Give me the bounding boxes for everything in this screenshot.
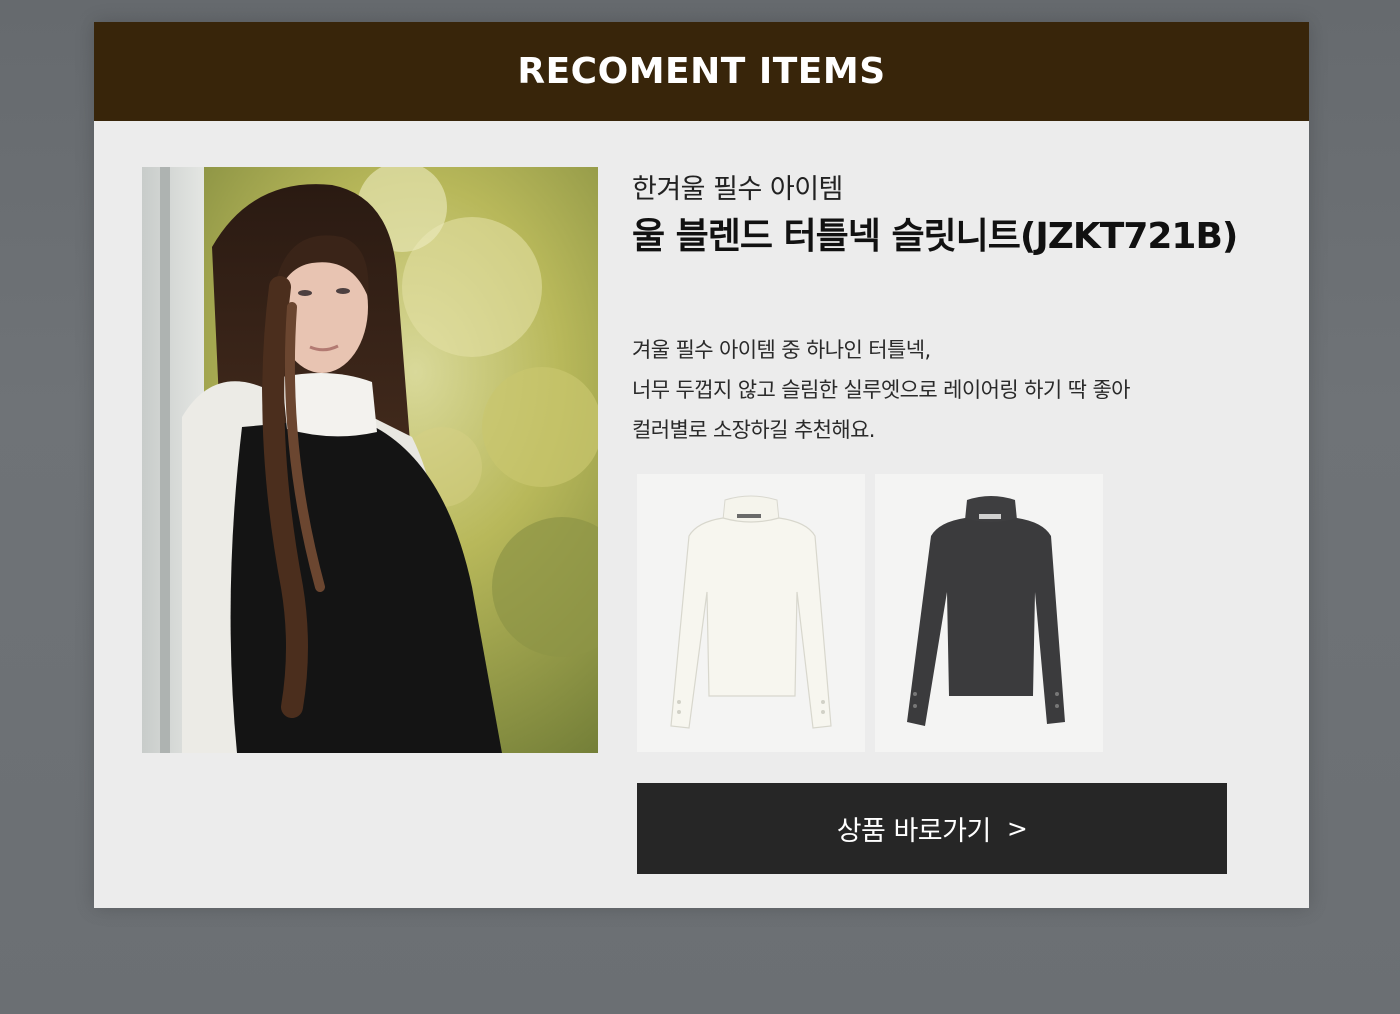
- description-line: 겨울 필수 아이템 중 하나인 터틀넥,: [632, 338, 931, 362]
- product-description: 겨울 필수 아이템 중 하나인 터틀넥, 너무 두껍지 않고 슬림한 실루엣으로…: [632, 330, 1272, 450]
- go-to-product-button[interactable]: 상품 바로가기 >: [637, 783, 1227, 874]
- go-to-product-label: 상품 바로가기: [836, 816, 992, 847]
- thumbnail-white-turtleneck[interactable]: [637, 474, 865, 752]
- model-photo: [142, 167, 598, 753]
- section-title: RECOMENT ITEMS: [517, 51, 886, 92]
- thumbnail-charcoal-turtleneck[interactable]: [875, 474, 1103, 752]
- product-name: 울 블렌드 터틀넥 슬릿니트(JZKT721B): [632, 216, 1238, 257]
- product-subtitle: 한겨울 필수 아이템: [632, 174, 843, 205]
- chevron-right-icon: >: [1006, 814, 1028, 843]
- section-header: RECOMENT ITEMS: [94, 22, 1309, 121]
- recommend-card: RECOMENT ITEMS 한겨울 필수 아이템 울 블렌드 터틀넥 슬릿니트…: [94, 22, 1309, 908]
- product-info: 한겨울 필수 아이템 울 블렌드 터틀넥 슬릿니트(JZKT721B): [632, 170, 1292, 262]
- description-line: 컬러별로 소장하길 추천해요.: [632, 418, 875, 442]
- description-line: 너무 두껍지 않고 슬림한 실루엣으로 레이어링 하기 딱 좋아: [632, 378, 1130, 402]
